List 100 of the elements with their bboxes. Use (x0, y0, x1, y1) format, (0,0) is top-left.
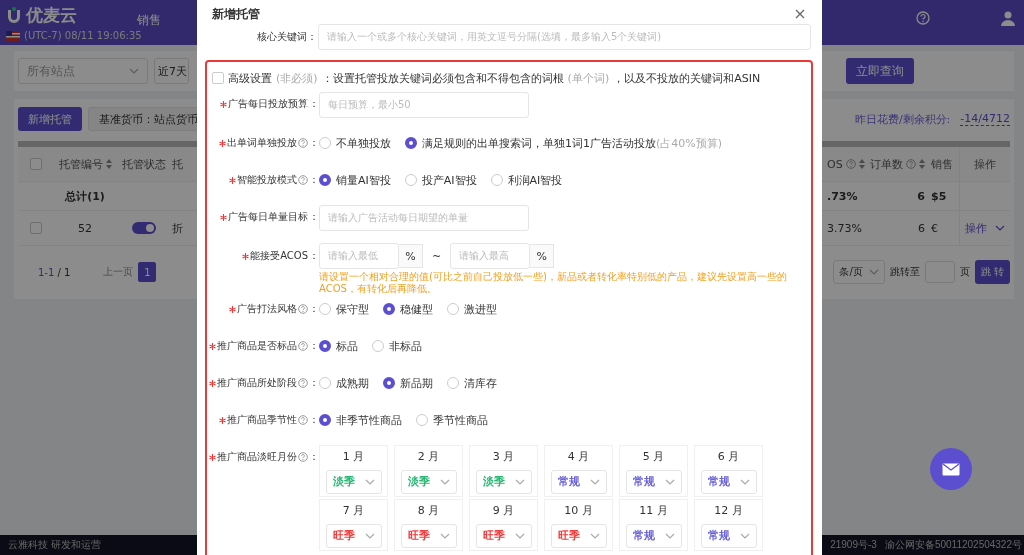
chat-button[interactable] (930, 448, 972, 490)
column-header[interactable]: OS (827, 157, 843, 171)
season-select[interactable]: 常规 (700, 523, 757, 548)
month-label: 1 月 (342, 448, 365, 464)
radio-option[interactable]: 清库存 (447, 375, 497, 391)
logo-icon (6, 6, 22, 24)
season-select[interactable]: 旺季 (550, 523, 607, 548)
checkbox[interactable] (212, 72, 224, 84)
season-select[interactable]: 淡季 (475, 469, 532, 494)
radio-button[interactable] (383, 303, 395, 315)
radio-option[interactable]: 标品 (319, 338, 358, 354)
description-text: ：设置托管投放关键词必须包含和不得包含的词根 (321, 70, 564, 86)
table-cell: .73% (827, 189, 858, 203)
month-label: 8 月 (417, 502, 440, 518)
police-link[interactable]: 渝公网安备50011202504322号 (884, 538, 1022, 552)
jump-label: 跳转至 (889, 265, 920, 279)
radio-button[interactable] (383, 377, 395, 389)
add-hosting-button[interactable]: 新增托管 (18, 107, 82, 131)
table-cell: 6 (918, 221, 925, 235)
chevron-down-icon (664, 532, 675, 539)
season-select[interactable]: 常规 (625, 523, 682, 548)
radio-button[interactable] (405, 137, 417, 149)
page-unit: 页 (959, 265, 970, 279)
chevron-down-icon (364, 478, 375, 485)
flag-icon (6, 30, 20, 41)
menu-item[interactable]: 销售 (137, 11, 161, 29)
season-select[interactable]: 旺季 (325, 523, 382, 548)
field-label: 推广商品是否标品 (217, 339, 297, 353)
avatar-icon[interactable] (1000, 10, 1016, 26)
radio-button[interactable] (319, 414, 331, 426)
page-number[interactable]: 1 (138, 262, 157, 282)
field-label: 广告打法风格 (237, 302, 297, 316)
chevron-down-icon (514, 532, 525, 539)
close-icon[interactable] (795, 9, 805, 19)
month-label: 2 月 (417, 448, 440, 464)
season-select[interactable]: 旺季 (475, 523, 532, 548)
radio-option[interactable]: 保守型 (319, 301, 369, 317)
action-menu[interactable]: 操作 (965, 220, 1005, 236)
field-label: 智能投放模式 (237, 173, 297, 187)
radio-option[interactable]: 稳健型 (383, 301, 433, 317)
month-label: 12 月 (714, 502, 743, 518)
column-header[interactable]: 托管状态 (122, 156, 166, 172)
radio-option[interactable]: 销量AI智投 (319, 172, 391, 188)
jump-button[interactable]: 跳 转 (974, 260, 1010, 284)
radio-option[interactable]: 投产AI智投 (404, 172, 477, 188)
placeholder-text: 请输入最高 (459, 249, 510, 263)
radio-option[interactable]: 非标品 (372, 338, 422, 354)
column-header[interactable]: 操作 (974, 156, 996, 172)
month-label: 5 月 (642, 448, 665, 464)
query-button[interactable]: 立即查询 (846, 58, 914, 84)
month-label: 11 月 (639, 502, 668, 518)
field-label: 出单词单独投放 (227, 136, 297, 150)
radio-option[interactable]: 利润AI智投 (490, 172, 563, 188)
radio-option[interactable]: 不单独投放 (319, 135, 391, 151)
column-header[interactable]: 托 (172, 156, 183, 172)
field-label: 推广商品季节性 (227, 413, 297, 427)
radio-button[interactable] (319, 174, 331, 186)
radio-option[interactable]: 成熟期 (319, 375, 369, 391)
chevron-down-icon (364, 532, 375, 539)
checkbox[interactable] (30, 222, 42, 234)
season-select[interactable]: 常规 (550, 469, 607, 494)
radio-option[interactable]: 满足规则的出单搜索词，单独1词1广告活动投放(占40%预算) (405, 135, 723, 151)
unit-addon: % (399, 244, 423, 268)
season-select[interactable]: 常规 (625, 469, 682, 494)
placeholder-text: 请输入最低 (328, 249, 378, 263)
column-header[interactable]: 托管编号 (58, 156, 103, 172)
toggle-switch[interactable] (132, 222, 156, 234)
radio-button[interactable] (319, 340, 331, 352)
season-select[interactable]: 淡季 (325, 469, 382, 494)
credits-value[interactable]: -14/4712 (960, 112, 1010, 126)
range-separator: ~ (432, 249, 442, 263)
month-label: 3 月 (492, 448, 515, 464)
app-logo: 优麦云 (26, 3, 77, 27)
hint-text: 请设置一个相对合理的值(可比之前自己投放低一些)，新品或者转化率特别低的产品，建议先设置高一些的ACOS，有转化后再降低。 (319, 271, 788, 295)
help-icon[interactable] (916, 11, 930, 25)
checkbox[interactable] (30, 158, 42, 170)
modal-title: 新增托管 (212, 5, 260, 23)
column-header[interactable]: 销售 (931, 156, 953, 172)
chevron-down-icon (589, 532, 600, 539)
chevron-down-icon (868, 269, 879, 275)
season-select[interactable]: 淡季 (400, 469, 457, 494)
page-total: / 1 (56, 266, 71, 278)
table-cell: 3.73% (827, 221, 862, 235)
icp-link[interactable]: 21909号-3 (830, 538, 877, 552)
footer-text: 云雅科技 研发和运营 (8, 538, 101, 552)
date-range-select[interactable]: 近7天 (154, 58, 189, 84)
page-size-select[interactable]: 条/页 (833, 260, 885, 284)
month-label: 9 月 (492, 502, 515, 518)
radio-option[interactable]: 非季节性商品 (319, 412, 402, 428)
field-label: ： (309, 339, 319, 353)
option-label: 高级设置 (228, 70, 272, 86)
radio-option[interactable]: 激进型 (447, 301, 497, 317)
season-select[interactable]: 旺季 (400, 523, 457, 548)
season-select[interactable]: 常规 (700, 469, 757, 494)
note-text: (非必须) (276, 70, 318, 86)
radio-option[interactable]: 新品期 (383, 375, 433, 391)
radio-option[interactable]: 季节性商品 (416, 412, 488, 428)
note-text: (单个词) (567, 70, 610, 86)
description-text: ，以及不投放的关键词和ASIN (613, 70, 761, 86)
column-header[interactable]: 订单数 (870, 156, 903, 172)
